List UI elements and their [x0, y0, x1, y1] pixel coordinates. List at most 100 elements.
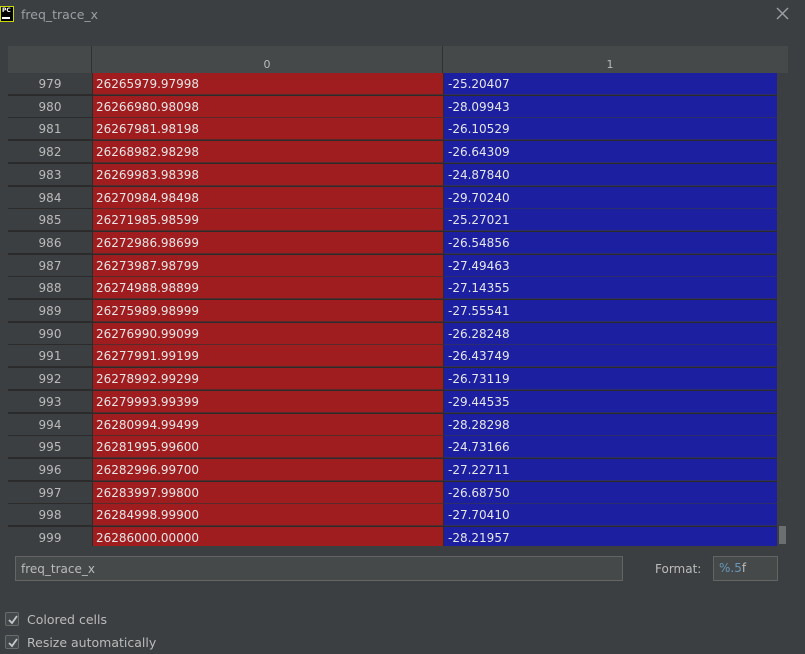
array-table[interactable]: 0 1 979 26265979.97998 -25.20407 980 2626698…	[8, 46, 788, 546]
table-row[interactable]: 984 26270984.98498 -29.70240	[8, 186, 777, 210]
scrollbar-thumb[interactable]	[779, 526, 786, 544]
table-cell-col0[interactable]: 26275989.98999	[93, 300, 443, 322]
table-cell-col1[interactable]: -24.87840	[443, 163, 777, 186]
table-row[interactable]: 993 26279993.99399 -29.44535	[8, 390, 777, 414]
table-row[interactable]: 985 26271985.98599 -25.27021	[8, 209, 777, 232]
table-row[interactable]: 979 26265979.97998 -25.20407	[8, 73, 777, 96]
close-icon[interactable]	[775, 6, 791, 22]
table-row[interactable]: 983 26269983.98398 -24.87840	[8, 163, 777, 187]
table-cell-col0[interactable]: 26277991.99199	[93, 345, 443, 368]
table-cell-col0[interactable]: 26266980.98098	[93, 95, 443, 118]
table-cell-col1[interactable]: -27.70410	[443, 504, 777, 527]
window-title: freq_trace_x	[21, 7, 99, 22]
table-cell-col0[interactable]: 26271985.98599	[93, 209, 443, 232]
row-index: 990	[8, 322, 92, 345]
row-index: 984	[8, 186, 92, 209]
table-cell-col0[interactable]: 26265979.97998	[93, 73, 443, 95]
table-row[interactable]: 991 26277991.99199 -26.43749	[8, 345, 777, 368]
table-cell-col1[interactable]: -27.49463	[443, 254, 777, 277]
checkmark-icon	[8, 638, 18, 648]
table-row[interactable]: 990 26276990.99099 -26.28248	[8, 322, 777, 346]
table-cell-col0[interactable]: 26268982.98298	[93, 141, 443, 164]
title-bar: PC freq_trace_x	[0, 0, 805, 30]
table-row[interactable]: 997 26283997.99800 -26.68750	[8, 481, 777, 505]
row-index: 998	[8, 504, 92, 527]
table-cell-col1[interactable]: -26.28248	[443, 322, 777, 345]
table-cell-col0[interactable]: 26269983.98398	[93, 163, 443, 186]
table-cell-col1[interactable]: -27.14355	[443, 277, 777, 300]
table-cell-col1[interactable]: -28.21957	[443, 527, 777, 546]
table-row[interactable]: 981 26267981.98198 -26.10529	[8, 118, 777, 141]
format-percent: %	[719, 561, 731, 575]
row-index: 999	[8, 527, 92, 546]
row-index: 982	[8, 141, 92, 164]
format-type: f	[741, 561, 747, 575]
table-cell-col1[interactable]: -29.70240	[443, 186, 777, 209]
table-cell-col0[interactable]: 26282996.99700	[93, 458, 443, 481]
table-cell-col0[interactable]: 26278992.99299	[93, 368, 443, 391]
vertical-scrollbar[interactable]	[777, 73, 788, 546]
table-cell-col1[interactable]: -27.55541	[443, 300, 777, 322]
table-cell-col1[interactable]: -28.28298	[443, 413, 777, 436]
table-cell-col0[interactable]: 26270984.98498	[93, 186, 443, 209]
table-row[interactable]: 987 26273987.98799 -27.49463	[8, 254, 777, 278]
table-cell-col1[interactable]: -26.54856	[443, 231, 777, 254]
table-cell-col1[interactable]: -25.20407	[443, 73, 777, 95]
column-header-0[interactable]: 0	[92, 46, 443, 73]
column-header-1[interactable]: 1	[443, 46, 777, 73]
table-cell-col0[interactable]: 26267981.98198	[93, 118, 443, 141]
resize-automatically-label: Resize automatically	[27, 635, 157, 650]
row-index: 997	[8, 481, 92, 504]
row-index: 993	[8, 390, 92, 413]
table-cell-col1[interactable]: -26.43749	[443, 345, 777, 368]
table-row[interactable]: 995 26281995.99600 -24.73166	[8, 436, 777, 459]
row-index: 985	[8, 209, 92, 232]
table-cell-col0[interactable]: 26281995.99600	[93, 436, 443, 459]
table-row[interactable]: 982 26268982.98298 -26.64309	[8, 141, 777, 164]
format-label: Format:	[655, 562, 702, 576]
table-cell-col1[interactable]: -26.64309	[443, 141, 777, 164]
table-cell-col1[interactable]: -24.73166	[443, 436, 777, 459]
row-index: 988	[8, 277, 92, 300]
table-cell-col0[interactable]: 26286000.00000	[93, 527, 443, 546]
table-row[interactable]: 992 26278992.99299 -26.73119	[8, 368, 777, 391]
row-index: 992	[8, 368, 92, 391]
format-precision: .5	[730, 561, 742, 575]
row-index: 981	[8, 118, 92, 141]
table-cell-col1[interactable]: -26.73119	[443, 368, 777, 391]
table-cell-col0[interactable]: 26280994.99499	[93, 413, 443, 436]
table-cell-col1[interactable]: -25.27021	[443, 209, 777, 232]
format-input[interactable]: %.5f	[713, 556, 778, 581]
row-index: 986	[8, 231, 92, 254]
table-cell-col0[interactable]: 26273987.98799	[93, 254, 443, 277]
table-cell-col0[interactable]: 26276990.99099	[93, 322, 443, 345]
table-row[interactable]: 980 26266980.98098 -28.09943	[8, 95, 777, 119]
table-row[interactable]: 999 26286000.00000 -28.21957	[8, 527, 777, 546]
header-corner	[8, 46, 92, 73]
table-cell-col0[interactable]: 26274988.98899	[93, 277, 443, 300]
table-cell-col1[interactable]: -26.10529	[443, 118, 777, 141]
row-index: 996	[8, 458, 92, 481]
table-row[interactable]: 996 26282996.99700 -27.22711	[8, 458, 777, 482]
array-name-input[interactable]	[15, 556, 623, 581]
resize-automatically-checkbox[interactable]	[5, 635, 19, 649]
table-cell-col1[interactable]: -28.09943	[443, 95, 777, 118]
table-cell-col0[interactable]: 26272986.98699	[93, 231, 443, 254]
row-index: 994	[8, 413, 92, 436]
table-row[interactable]: 986 26272986.98699 -26.54856	[8, 231, 777, 255]
table-row[interactable]: 989 26275989.98999 -27.55541	[8, 300, 777, 323]
table-cell-col0[interactable]: 26283997.99800	[93, 481, 443, 504]
colored-cells-checkbox[interactable]	[5, 612, 19, 626]
row-index: 979	[8, 73, 92, 95]
table-cell-col1[interactable]: -29.44535	[443, 390, 777, 413]
table-cell-col1[interactable]: -26.68750	[443, 481, 777, 504]
row-index: 995	[8, 436, 92, 459]
row-index: 987	[8, 254, 92, 277]
table-cell-col1[interactable]: -27.22711	[443, 458, 777, 481]
table-row[interactable]: 988 26274988.98899 -27.14355	[8, 277, 777, 300]
table-header: 0 1	[8, 46, 788, 74]
table-cell-col0[interactable]: 26284998.99900	[93, 504, 443, 527]
table-cell-col0[interactable]: 26279993.99399	[93, 390, 443, 413]
table-row[interactable]: 998 26284998.99900 -27.70410	[8, 504, 777, 527]
table-row[interactable]: 994 26280994.99499 -28.28298	[8, 413, 777, 437]
